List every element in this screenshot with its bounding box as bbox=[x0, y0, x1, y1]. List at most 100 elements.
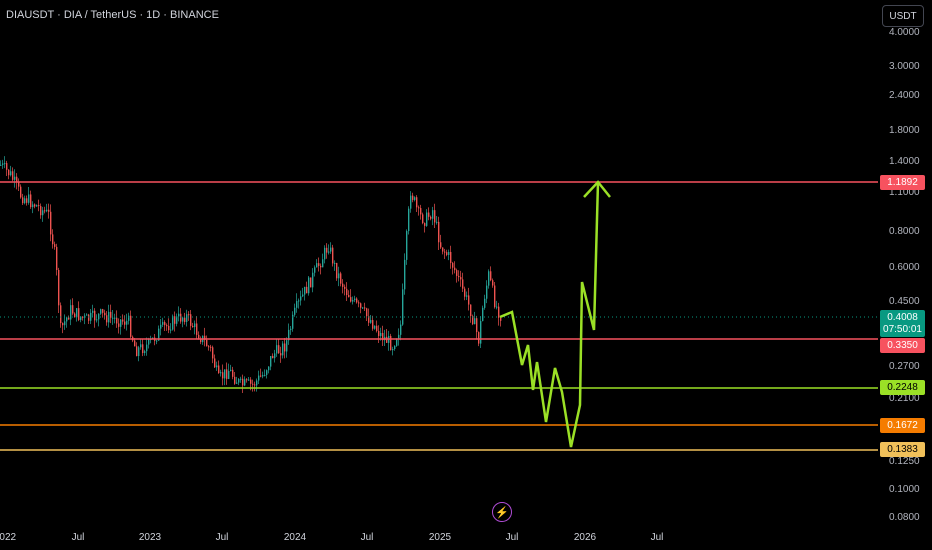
candle-body bbox=[294, 307, 296, 315]
countdown-label: 07:50:01 bbox=[880, 322, 925, 337]
candle-body bbox=[34, 204, 36, 207]
candle-body bbox=[488, 271, 490, 286]
candle-body bbox=[174, 316, 176, 324]
candle-body bbox=[454, 267, 456, 271]
candle-body bbox=[298, 300, 300, 302]
candle-body bbox=[328, 251, 330, 253]
candle-body bbox=[50, 211, 52, 235]
candle-body bbox=[56, 246, 58, 271]
candle-body bbox=[102, 309, 104, 313]
candle-body bbox=[242, 378, 244, 386]
price-tick: 0.0800 bbox=[889, 512, 920, 523]
candle-body bbox=[478, 332, 480, 344]
symbol-header: DIAUSDT · DIA / TetherUS · 1D · BINANCE bbox=[6, 9, 219, 21]
candle-body bbox=[392, 349, 394, 351]
candle-body bbox=[24, 198, 26, 204]
candle-body bbox=[434, 210, 436, 223]
candle-body bbox=[224, 369, 226, 379]
lightning-bolt-icon[interactable]: ⚡ bbox=[492, 502, 512, 522]
candle-body bbox=[20, 186, 22, 198]
candle-body bbox=[300, 296, 302, 301]
candle-body bbox=[172, 316, 174, 330]
candle-body bbox=[436, 221, 438, 223]
candle-body bbox=[348, 295, 350, 298]
candle-body bbox=[314, 267, 316, 273]
candle-body bbox=[390, 336, 392, 351]
candle-body bbox=[112, 317, 114, 319]
candle-body bbox=[94, 310, 96, 321]
candle-body bbox=[22, 197, 24, 204]
time-tick: 2024 bbox=[283, 532, 307, 543]
candle-body bbox=[286, 340, 288, 352]
candle-body bbox=[458, 275, 460, 278]
candle-body bbox=[236, 382, 238, 384]
candle-body bbox=[418, 207, 420, 209]
candle-body bbox=[228, 370, 230, 379]
candle-body bbox=[70, 305, 72, 320]
candle-body bbox=[464, 288, 466, 297]
candle-body bbox=[248, 379, 250, 381]
candle-body bbox=[104, 312, 106, 316]
candle-body bbox=[260, 375, 262, 377]
candle-body bbox=[88, 314, 90, 321]
price-tick: 0.4500 bbox=[889, 296, 920, 307]
candle-body bbox=[318, 263, 320, 266]
candle-body bbox=[58, 270, 60, 306]
candle-body bbox=[308, 277, 310, 294]
candle-body bbox=[332, 247, 334, 264]
candle-body bbox=[208, 346, 210, 348]
candle-body bbox=[410, 195, 412, 209]
candle-body bbox=[420, 208, 422, 215]
time-tick: Jul bbox=[505, 532, 519, 543]
resistance-price-label: 1.1892 bbox=[880, 175, 925, 190]
time-tick: Jul bbox=[215, 532, 229, 543]
candle-body bbox=[28, 194, 30, 203]
currency-button[interactable]: USDT bbox=[882, 5, 924, 27]
candle-body bbox=[92, 310, 94, 313]
candle-body bbox=[374, 325, 376, 329]
candle-body bbox=[48, 209, 50, 212]
time-tick: 2025 bbox=[428, 532, 452, 543]
price-tick: 0.6000 bbox=[889, 262, 920, 273]
candle-body bbox=[266, 370, 268, 375]
candle-body bbox=[372, 320, 374, 329]
candle-body bbox=[356, 298, 358, 303]
candle-body bbox=[46, 209, 48, 212]
candle-body bbox=[160, 324, 162, 329]
price-tick: 0.1000 bbox=[889, 484, 920, 495]
time-tick: Jul bbox=[71, 532, 85, 543]
candle-body bbox=[232, 369, 234, 377]
candle-body bbox=[258, 375, 260, 381]
candle-body bbox=[66, 317, 68, 322]
time-tick: 2026 bbox=[573, 532, 597, 543]
candle-body bbox=[110, 311, 112, 318]
candle-body bbox=[206, 339, 208, 347]
candle-body bbox=[440, 242, 442, 248]
candle-body bbox=[240, 378, 242, 380]
candle-body bbox=[178, 313, 180, 317]
candle-body bbox=[304, 286, 306, 295]
candle-body bbox=[216, 365, 218, 368]
candle-body bbox=[262, 374, 264, 377]
candle-body bbox=[498, 306, 500, 318]
candle-body bbox=[408, 208, 410, 232]
candle-body bbox=[438, 221, 440, 243]
projection-path bbox=[499, 181, 600, 448]
candle-body bbox=[142, 344, 144, 354]
candle-body bbox=[168, 325, 170, 331]
candle-body bbox=[96, 319, 98, 321]
candle-body bbox=[186, 314, 188, 322]
candle-body bbox=[214, 358, 216, 368]
price-chart[interactable] bbox=[0, 0, 932, 550]
candle-body bbox=[394, 345, 396, 350]
candle-body bbox=[282, 343, 284, 356]
candle-body bbox=[120, 319, 122, 327]
price-tick: 1.4000 bbox=[889, 156, 920, 167]
candle-body bbox=[492, 280, 494, 286]
candle-body bbox=[188, 314, 190, 316]
candle-body bbox=[114, 317, 116, 319]
candle-body bbox=[366, 308, 368, 317]
candle-body bbox=[322, 259, 324, 268]
candle-body bbox=[326, 247, 328, 253]
candle-body bbox=[430, 216, 432, 219]
